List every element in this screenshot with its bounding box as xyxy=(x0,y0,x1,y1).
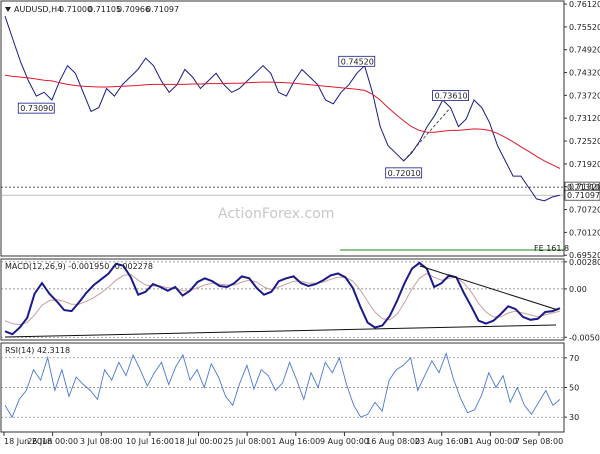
rsi-panel: RSI(14) 42.3118 xyxy=(0,342,565,433)
rsi-ytick-label: 50 xyxy=(569,384,579,393)
xtick-label: 23 Aug 16:00 xyxy=(415,437,469,446)
macd-ytick-label: 0.002804 xyxy=(569,258,600,267)
price-ytick-label: 0.71920 xyxy=(569,160,600,169)
price-ytick-label: 0.75520 xyxy=(569,23,600,32)
chart-svg: ActionForex.com 0.713100.710970.745200.7… xyxy=(0,0,600,446)
price-label: 0.73090 xyxy=(20,104,53,113)
price-label: 0.72010 xyxy=(388,169,421,178)
macd-panel-frame xyxy=(0,258,565,341)
price-ytick-label: 0.70120 xyxy=(569,228,600,237)
xtick-label: 7 Sep 08:00 xyxy=(515,437,563,446)
ohlc-close: 0.71097 xyxy=(146,5,179,14)
price-ytick-label: 0.70720 xyxy=(569,206,600,215)
xtick-label: 1 Aug 16:00 xyxy=(271,437,320,446)
price-watermark: ActionForex.com xyxy=(218,206,334,222)
fe-annotation: FE 161.8 xyxy=(534,244,569,253)
price-ytick-label: 0.71320 xyxy=(569,183,600,192)
price-ytick-label: 0.72520 xyxy=(569,137,600,146)
price-ytick-label: 0.74920 xyxy=(569,46,600,55)
price-ytick-label: 0.73120 xyxy=(569,114,600,123)
macd-ytick-label: 0.00 xyxy=(569,285,587,294)
chart-figure: ActionForex.com 0.71310 0.71097 0.74520 0.7… xyxy=(0,0,600,450)
rsi-label: RSI(14) 42.3118 xyxy=(5,346,70,355)
xtick-label: 26 Jun 00:00 xyxy=(27,437,78,446)
price-ytick-label: 0.73720 xyxy=(569,91,600,100)
price-label: 0.74520 xyxy=(341,57,374,66)
xtick-label: 25 Jul 08:00 xyxy=(223,437,271,446)
xtick-label: 3 Jul 08:00 xyxy=(80,437,123,446)
price-panel: ActionForex.com 0.713100.710970.745200.7… xyxy=(0,0,600,257)
macd-panel: MACD(12,26,9) -0.001950 -0.002278 xyxy=(0,258,565,341)
xtick-label: 16 Aug 08:00 xyxy=(366,437,420,446)
rsi-ytick-label: 70 xyxy=(569,354,579,363)
price-label: 0.73610 xyxy=(435,92,468,101)
macd-label: MACD(12,26,9) -0.001950 -0.002278 xyxy=(5,262,153,271)
xtick-label: 31 Aug 00:00 xyxy=(463,437,517,446)
xtick-label: 10 Jul 16:00 xyxy=(126,437,174,446)
xtick-label: 9 Aug 00:00 xyxy=(320,437,369,446)
symbol-label: AUDUSD,H4 xyxy=(14,5,62,14)
price-ytick-label: 0.74320 xyxy=(569,69,600,78)
price-ytick-label: 0.76120 xyxy=(569,0,600,9)
macd-ytick-label: -0.005019 xyxy=(569,333,600,342)
xtick-label: 18 Jul 00:00 xyxy=(175,437,223,446)
current-price-label: 0.71097 xyxy=(567,191,600,200)
rsi-ytick-label: 30 xyxy=(569,413,579,422)
